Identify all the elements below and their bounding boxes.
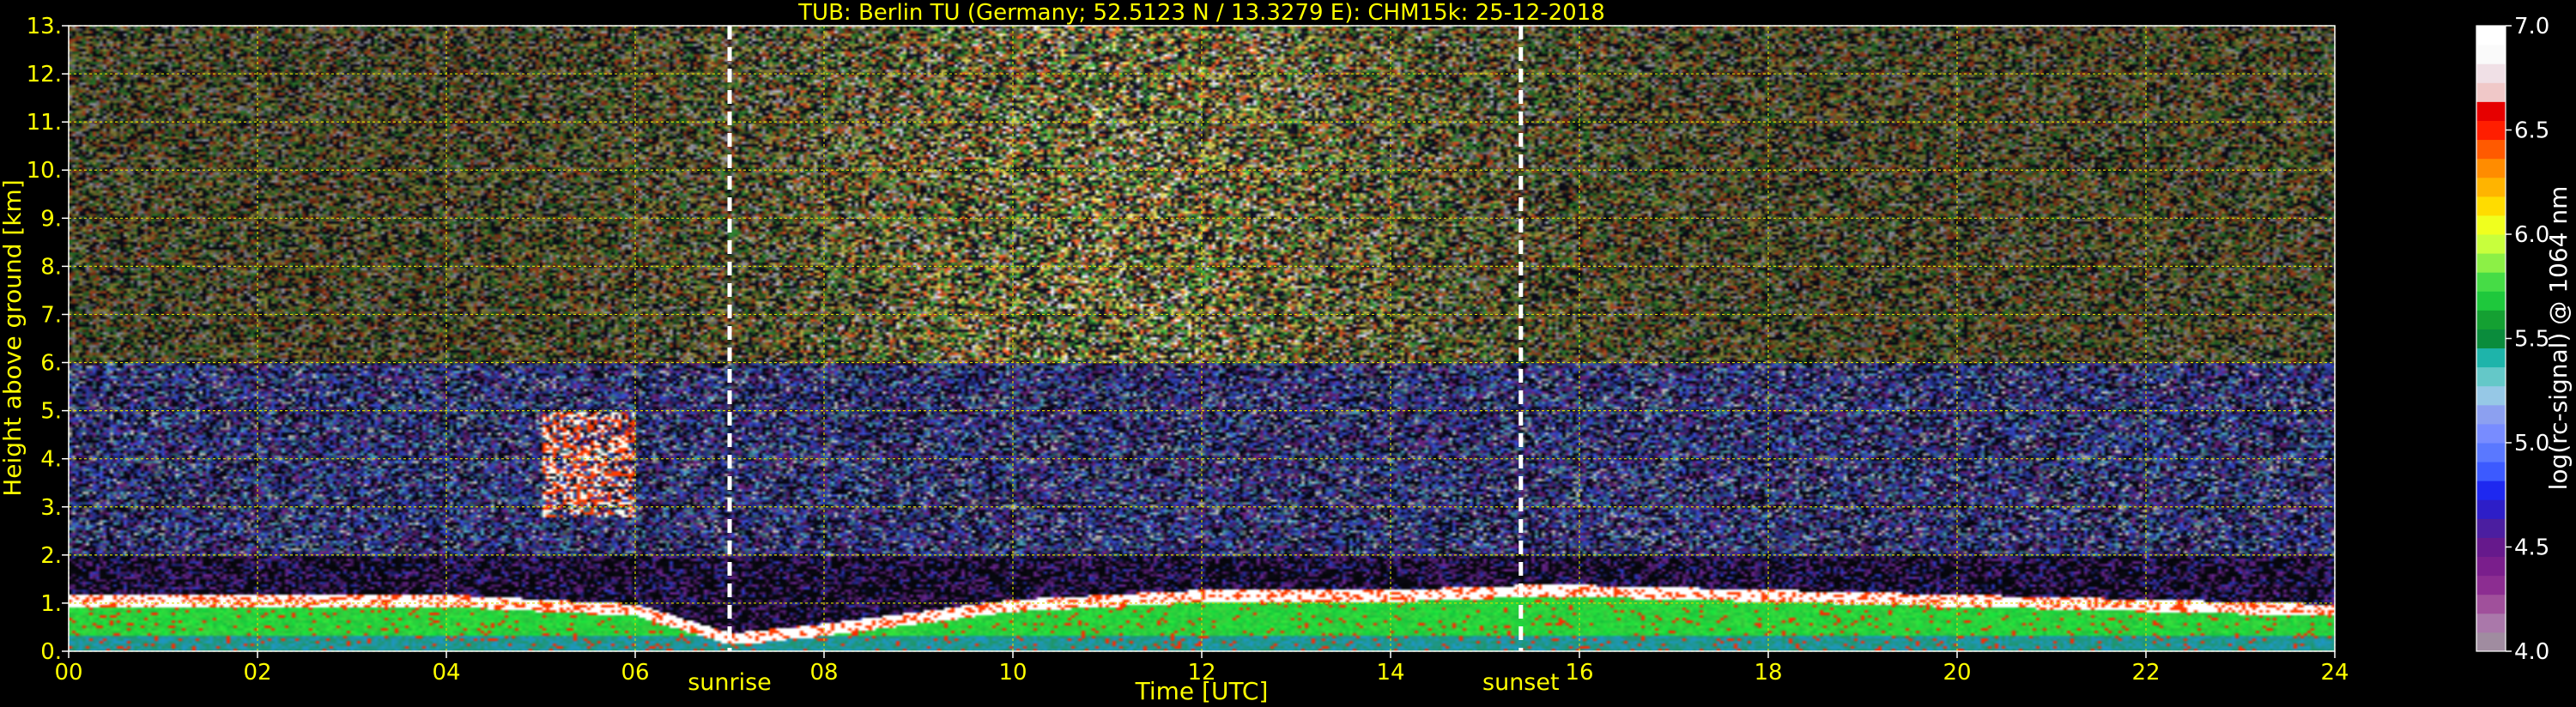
colorbar-segment — [2476, 329, 2506, 349]
colorbar-segment — [2476, 575, 2506, 595]
colorbar-label: log(rc-signal) @ 1064 nm — [2544, 186, 2573, 491]
colorbar-tick-label: 4.0 — [2514, 639, 2549, 665]
chart-title: TUB: Berlin TU (Germany; 52.5123 N / 13.… — [797, 0, 1605, 26]
y-tick-label: 10. — [27, 158, 62, 184]
y-tick-label: 0. — [40, 639, 62, 665]
y-axis-label: Height above ground [km] — [0, 179, 27, 497]
y-tick-label: 8. — [40, 254, 62, 280]
ceilometer-figure: sunrise sunset 00 02 04 06 08 10 12 14 16 18 20 22 24… — [0, 0, 2576, 707]
plot-area: sunrise sunset 00 02 04 06 08 10 12 14 16 18 20 22 24… — [27, 14, 2349, 696]
x-tick-label: 02 — [243, 660, 271, 686]
colorbar-segment — [2476, 272, 2506, 292]
colorbar-segment — [2476, 139, 2506, 160]
x-tick-label: 20 — [1943, 660, 1971, 686]
colorbar-segment — [2476, 423, 2506, 444]
x-tick-label: 10 — [998, 660, 1027, 686]
y-tick-label: 12. — [27, 62, 62, 88]
colorbar-segment — [2476, 82, 2506, 102]
colorbar-segment — [2476, 499, 2506, 519]
colorbar-segment — [2476, 366, 2506, 387]
colorbar-segment — [2476, 234, 2506, 254]
colorbar-segment — [2476, 385, 2506, 406]
colorbar-segment — [2476, 404, 2506, 425]
y-tick-label: 13. — [27, 14, 62, 39]
colorbar-segment — [2476, 158, 2506, 178]
colorbar-segment — [2476, 443, 2506, 462]
x-tick-label: 22 — [2131, 660, 2160, 686]
x-tick-label: 06 — [621, 660, 649, 686]
colorbar-segment — [2476, 291, 2506, 311]
x-tick-label: 14 — [1376, 660, 1404, 686]
colorbar-segment — [2476, 556, 2506, 577]
y-tick-label: 2. — [40, 543, 62, 569]
x-tick-label: 24 — [2320, 660, 2349, 686]
y-tick-label: 1. — [40, 591, 62, 617]
x-axis-label: Time [UTC] — [1135, 677, 1269, 705]
x-tick-label: 18 — [1754, 660, 1782, 686]
colorbar-segment — [2476, 177, 2506, 197]
colorbar-segment — [2476, 480, 2506, 500]
colorbar-segment — [2476, 594, 2506, 614]
colorbar-segment — [2476, 101, 2506, 121]
colorbar-segment — [2476, 631, 2506, 652]
colorbar-tick-label: 6.5 — [2514, 118, 2549, 144]
colorbar-segment — [2476, 215, 2506, 235]
x-tick-label: 04 — [432, 660, 460, 686]
y-tick-label: 4. — [40, 447, 62, 473]
colorbar-segment — [2476, 518, 2506, 538]
y-tick-label: 9. — [40, 206, 62, 232]
colorbar-segment — [2476, 253, 2506, 273]
y-tick-label: 5. — [40, 399, 62, 425]
y-tick-label: 3. — [40, 495, 62, 521]
colorbar-tick-label: 4.5 — [2514, 535, 2549, 561]
colorbar-segment — [2476, 537, 2506, 558]
y-tick-label: 6. — [40, 351, 62, 377]
colorbar-segment — [2476, 45, 2506, 64]
y-tick-label: 11. — [27, 110, 62, 136]
x-tick-label: 08 — [809, 660, 838, 686]
colorbar-segment — [2476, 613, 2506, 633]
colorbar-segment — [2476, 462, 2506, 481]
colorbar-segment — [2476, 310, 2506, 329]
colorbar-segment — [2476, 347, 2506, 368]
colorbar-segments — [2476, 26, 2506, 652]
colorbar-tick-label: 7.0 — [2514, 14, 2549, 39]
colorbar-segment — [2476, 120, 2506, 141]
sunset-label: sunset — [1482, 669, 1560, 696]
sunrise-label: sunrise — [688, 669, 772, 696]
colorbar-segment — [2476, 63, 2506, 83]
x-tick-label: 16 — [1565, 660, 1593, 686]
colorbar-segment — [2476, 26, 2506, 45]
colorbar-segment — [2476, 196, 2506, 216]
y-tick-label: 7. — [40, 302, 62, 328]
